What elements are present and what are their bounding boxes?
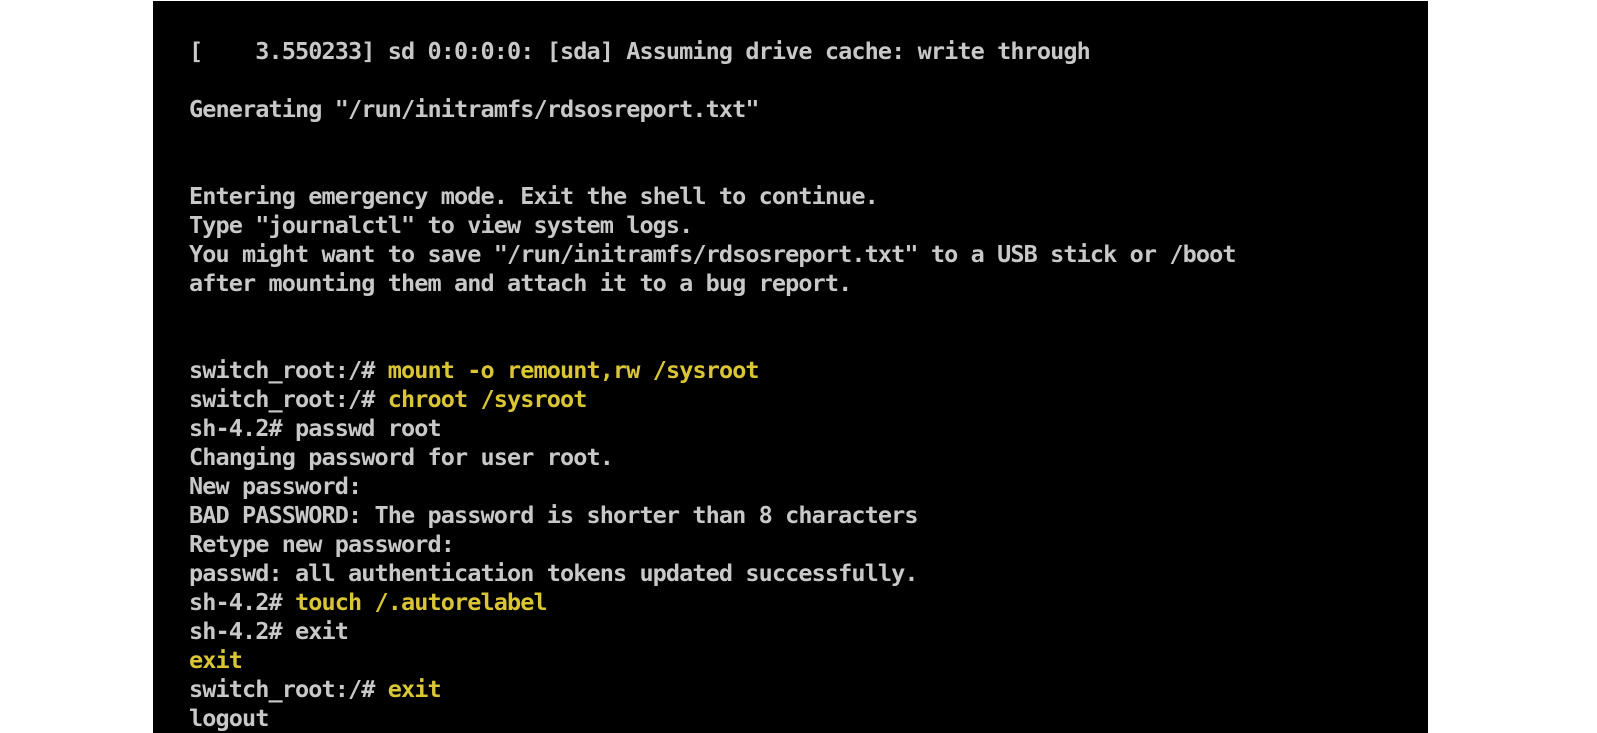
console-line: Type "journalctl" to view system logs. (189, 211, 693, 239)
shell-prompt: sh-4.2# (189, 414, 295, 442)
command-line: sh-4.2# passwd root (189, 414, 1236, 443)
shell-prompt: switch_root:/# (189, 675, 388, 703)
typed-command: touch /.autorelabel (295, 588, 548, 616)
console-line: Retype new password: (189, 530, 455, 558)
console-line: after mounting them and attach it to a b… (189, 269, 852, 297)
terminal-console[interactable]: [ 3.550233] sd 0:0:0:0: [sda] Assuming d… (153, 1, 1428, 733)
typed-command: chroot /sysroot (387, 385, 588, 413)
console-line: Entering emergency mode. Exit the shell … (189, 182, 879, 210)
console-line: New password: (189, 472, 362, 500)
shell-prompt: switch_root:/# (189, 385, 388, 413)
terminal-output: [ 3.550233] sd 0:0:0:0: [sda] Assuming d… (189, 37, 1237, 733)
console-line: passwd: all authentication tokens update… (189, 559, 919, 587)
shell-prompt: switch_root:/# (189, 356, 388, 384)
command-line: switch_root:/# exit (189, 675, 1236, 704)
command-line: sh-4.2# exit (189, 617, 1236, 646)
console-line: BAD PASSWORD: The password is shorter th… (189, 501, 919, 529)
console-line: You might want to save "/run/initramfs/r… (189, 240, 1237, 268)
console-line: Changing password for user root. (189, 443, 614, 471)
typed-command: mount -o remount,rw /sysroot (387, 356, 760, 384)
typed-command: exit (295, 617, 349, 645)
console-line: logout (189, 704, 269, 732)
command-line: switch_root:/# chroot /sysroot (189, 385, 1236, 414)
typed-command: exit (387, 675, 442, 703)
shell-prompt: sh-4.2# (189, 617, 295, 645)
console-line: [ 3.550233] sd 0:0:0:0: [sda] Assuming d… (189, 37, 1091, 65)
command-line: switch_root:/# mount -o remount,rw /sysr… (189, 356, 1236, 385)
command-line: sh-4.2# touch /.autorelabel (189, 588, 1236, 617)
typed-command: passwd root (295, 414, 442, 442)
shell-prompt: sh-4.2# (189, 588, 295, 616)
console-line: Generating "/run/initramfs/rdsosreport.t… (189, 95, 760, 123)
command-echo: exit (189, 646, 243, 674)
